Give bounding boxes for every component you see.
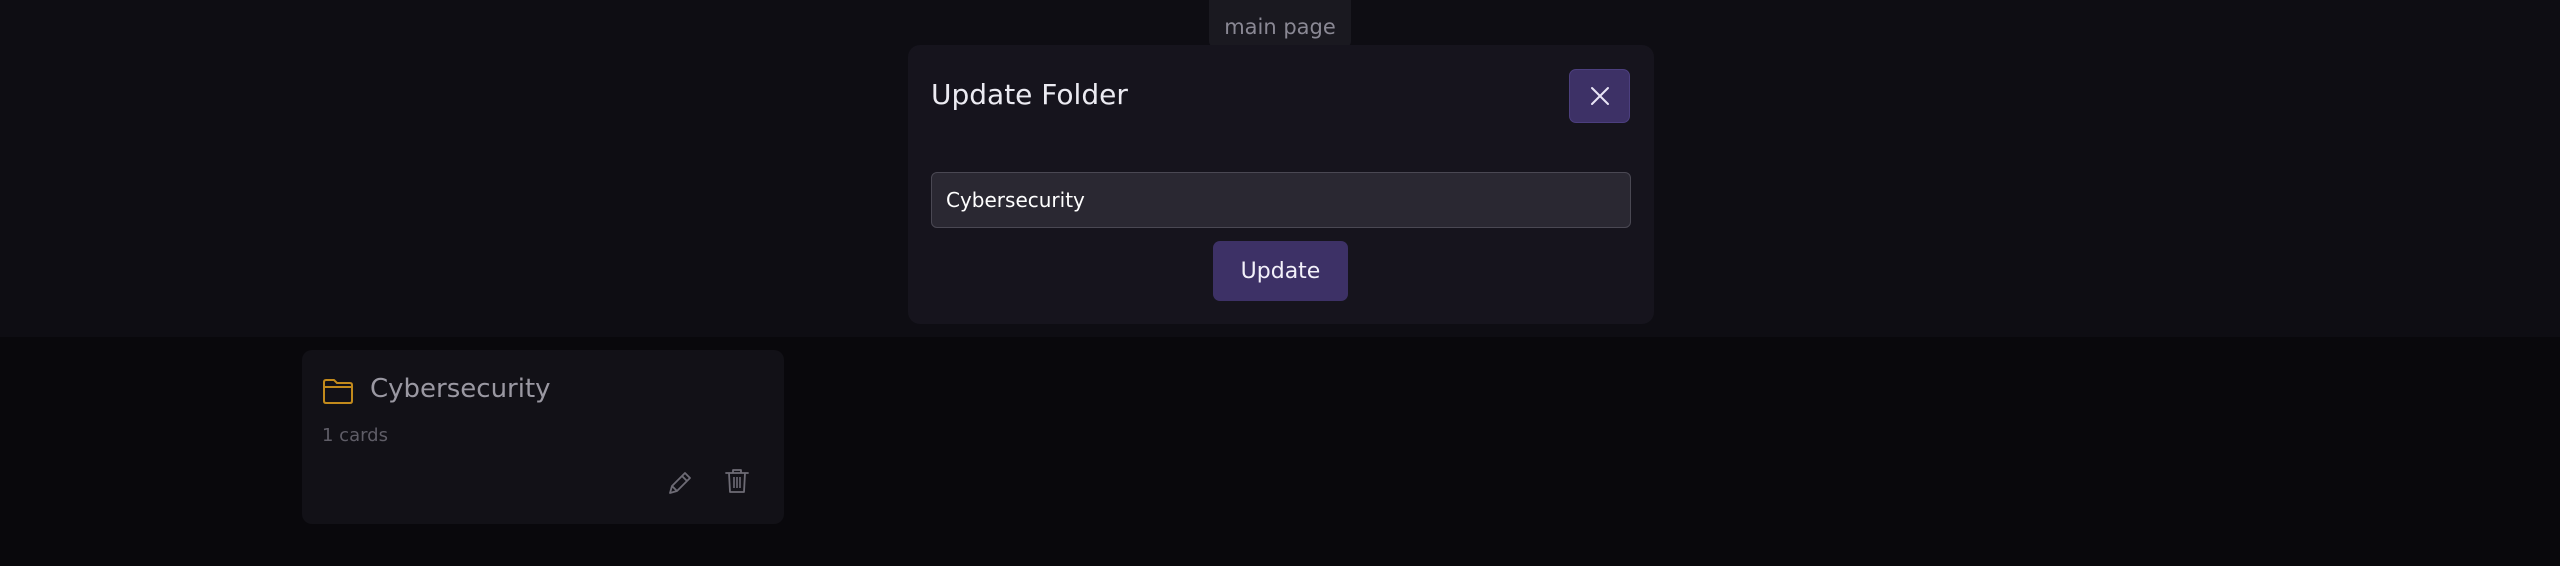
- close-button[interactable]: [1569, 69, 1630, 123]
- tab-main-page-label: main page: [1224, 15, 1336, 39]
- update-folder-modal: Update Folder Update: [908, 45, 1654, 324]
- tab-main-page[interactable]: main page: [1209, 0, 1351, 48]
- page: main page Update Folder Update Cybersecu…: [0, 0, 2560, 566]
- folder-name-input[interactable]: [931, 172, 1631, 228]
- update-button[interactable]: Update: [1213, 241, 1348, 301]
- folder-icon: [323, 379, 353, 404]
- close-icon: [1590, 87, 1609, 105]
- pencil-icon[interactable]: [665, 468, 695, 498]
- folder-card-title: Cybersecurity: [370, 374, 551, 404]
- trash-icon[interactable]: [722, 466, 752, 496]
- folder-card[interactable]: Cybersecurity 1 cards: [302, 350, 784, 524]
- folder-card-count: 1 cards: [322, 425, 388, 446]
- modal-title: Update Folder: [931, 78, 1128, 111]
